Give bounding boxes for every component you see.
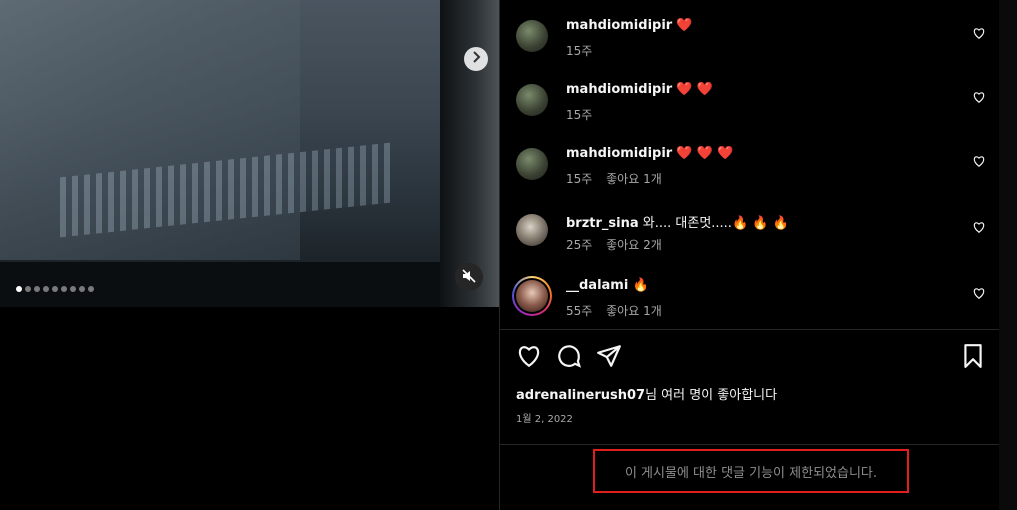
heart-icon — [518, 346, 540, 368]
media-letterbox — [0, 307, 499, 510]
comment-age[interactable]: 15주 — [566, 44, 592, 58]
comment-meta: 55주 좋아요 1개 — [566, 302, 662, 319]
bookmark-icon — [964, 344, 982, 368]
comment-text: ❤️ — [676, 18, 693, 33]
heart-icon[interactable] — [972, 154, 986, 168]
chevron-right-icon — [471, 51, 481, 67]
heart-icon[interactable] — [972, 286, 986, 300]
avatar[interactable] — [516, 20, 548, 52]
avatar-image — [516, 280, 548, 312]
comment-meta: 15주 좋아요 1개 — [566, 170, 662, 187]
comment-age[interactable]: 15주 — [566, 172, 592, 186]
comment-line: mahdiomidipir ❤️ — [566, 18, 693, 33]
comments-restricted-notice: 이 게시물에 대한 댓글 기능이 제한되었습니다. — [593, 449, 909, 493]
avatar[interactable] — [516, 214, 548, 246]
media-image-frame — [0, 262, 445, 307]
comment-likes[interactable]: 좋아요 1개 — [606, 304, 662, 318]
likes-summary: adrenalinerush07님 여러 명이 좋아합니다 — [516, 384, 777, 403]
media-image-frame-side — [440, 0, 499, 307]
comment-line: __dalami 🔥 — [566, 278, 649, 293]
comment-line: mahdiomidipir ❤️ ❤️ — [566, 82, 713, 97]
likes-summary-suffix[interactable]: 님 여러 명이 좋아합니다 — [645, 388, 777, 403]
comment-icon — [558, 345, 582, 368]
heart-icon[interactable] — [972, 26, 986, 40]
carousel-dot — [61, 286, 67, 292]
comment-text: ❤️ ❤️ — [676, 82, 713, 97]
carousel-dot — [43, 286, 49, 292]
carousel-dot — [34, 286, 40, 292]
comment-item: brztr_sina 와.... 대존멋.....🔥 🔥 🔥 25주 좋아요 2… — [516, 212, 986, 262]
avatar[interactable] — [516, 84, 548, 116]
avatar[interactable] — [512, 276, 552, 316]
post-side-panel: mahdiomidipir ❤️ 15주 mahdiomidipir ❤️ ❤️… — [499, 0, 1000, 510]
comment-meta: 15주 — [566, 42, 592, 59]
post-media[interactable] — [0, 0, 499, 307]
carousel-indicator — [16, 286, 94, 292]
heart-icon[interactable] — [972, 90, 986, 104]
comment-item: mahdiomidipir ❤️ ❤️ ❤️ 15주 좋아요 1개 — [516, 146, 986, 196]
like-post-button[interactable] — [516, 343, 542, 369]
carousel-dot — [25, 286, 31, 292]
next-media-button[interactable] — [464, 47, 488, 71]
comment-age[interactable]: 55주 — [566, 304, 592, 318]
carousel-dot — [52, 286, 58, 292]
comment-meta: 15주 — [566, 106, 592, 123]
divider — [500, 329, 1000, 330]
page-edge — [999, 0, 1017, 510]
comments-restricted-text: 이 게시물에 대한 댓글 기능이 제한되었습니다. — [624, 465, 878, 481]
comment-likes[interactable]: 좋아요 2개 — [606, 238, 662, 252]
comment-line: brztr_sina 와.... 대존멋.....🔥 🔥 🔥 — [566, 212, 789, 231]
comment-text: ❤️ ❤️ ❤️ — [676, 146, 734, 161]
share-button[interactable] — [596, 343, 622, 369]
mute-toggle-button[interactable] — [455, 263, 483, 291]
heart-icon[interactable] — [972, 220, 986, 234]
avatar[interactable] — [516, 148, 548, 180]
comment-button[interactable] — [556, 343, 582, 369]
comment-age[interactable]: 25주 — [566, 238, 592, 252]
comment-line: mahdiomidipir ❤️ ❤️ ❤️ — [566, 146, 733, 161]
comment-meta: 25주 좋아요 2개 — [566, 236, 662, 253]
comment-item: __dalami 🔥 55주 좋아요 1개 — [512, 276, 986, 328]
comment-username[interactable]: brztr_sina — [566, 216, 639, 231]
comment-likes[interactable]: 좋아요 1개 — [606, 172, 662, 186]
comment-list: mahdiomidipir ❤️ 15주 mahdiomidipir ❤️ ❤️… — [500, 0, 1000, 329]
carousel-dot — [88, 286, 94, 292]
carousel-dot — [79, 286, 85, 292]
comment-username[interactable]: mahdiomidipir — [566, 82, 672, 97]
carousel-dot — [70, 286, 76, 292]
comment-age[interactable]: 15주 — [566, 108, 592, 122]
divider — [500, 444, 1000, 445]
carousel-dot — [16, 286, 22, 292]
speaker-muted-icon — [462, 268, 476, 287]
send-icon — [597, 345, 621, 367]
liker-username[interactable]: adrenalinerush07 — [516, 388, 645, 403]
post-date[interactable]: 1월 2, 2022 — [516, 410, 573, 425]
comment-text: 🔥 — [632, 278, 649, 293]
comment-username[interactable]: mahdiomidipir — [566, 146, 672, 161]
save-button[interactable] — [960, 343, 986, 369]
comment-text: 와.... 대존멋.....🔥 🔥 🔥 — [642, 216, 789, 231]
comment-item: mahdiomidipir ❤️ 15주 — [516, 18, 986, 68]
comment-username[interactable]: __dalami — [566, 278, 628, 293]
comment-item: mahdiomidipir ❤️ ❤️ 15주 — [516, 82, 986, 132]
comment-username[interactable]: mahdiomidipir — [566, 18, 672, 33]
